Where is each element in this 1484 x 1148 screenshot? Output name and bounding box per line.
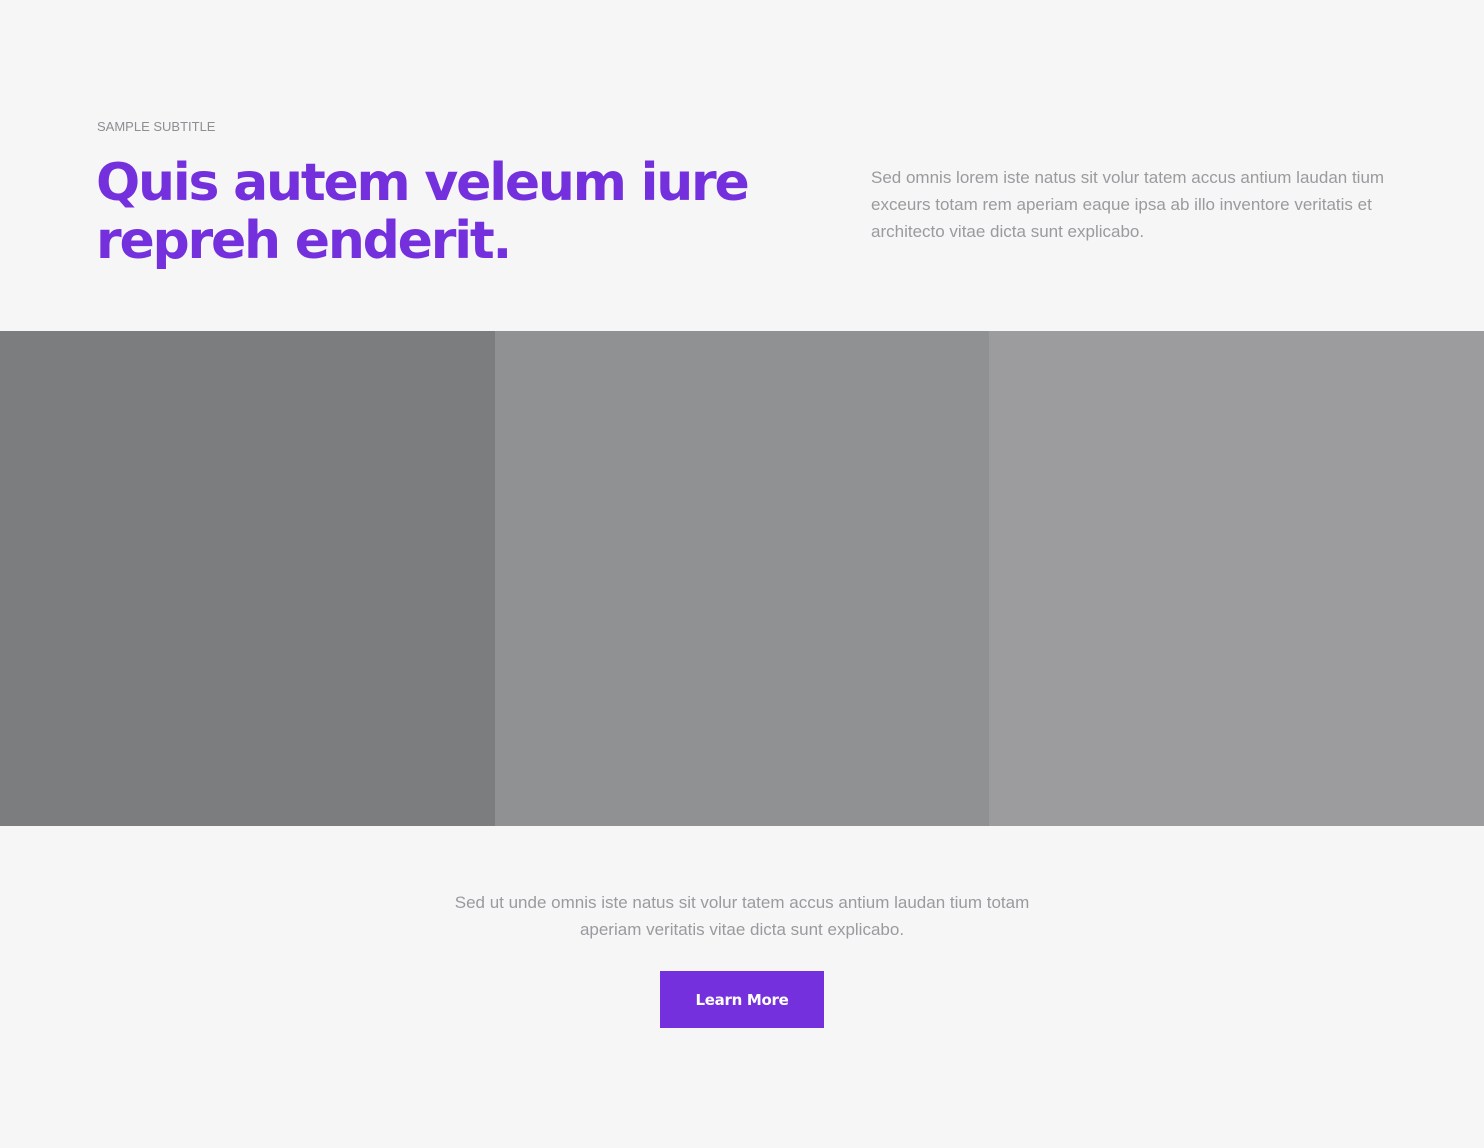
hero-heading-line-1: Quis autem veleum iure bbox=[96, 153, 750, 213]
section-subtitle: SAMPLE SUBTITLE bbox=[97, 119, 216, 134]
gallery-image-placeholder-1 bbox=[0, 331, 495, 826]
hero-heading-line-2: repreh enderit. bbox=[96, 211, 512, 271]
hero-heading: Quis autem veleum iure repreh enderit. bbox=[96, 154, 756, 270]
hero-section: SAMPLE SUBTITLE Quis autem veleum iure r… bbox=[0, 0, 1484, 331]
image-gallery bbox=[0, 331, 1484, 826]
gallery-image-placeholder-3 bbox=[989, 331, 1484, 826]
learn-more-button[interactable]: Learn More bbox=[660, 971, 824, 1028]
cta-section: Sed ut unde omnis iste natus sit volur t… bbox=[0, 826, 1484, 1148]
cta-description: Sed ut unde omnis iste natus sit volur t… bbox=[454, 893, 1030, 939]
hero-description: Sed omnis lorem iste natus sit volur tat… bbox=[871, 168, 1385, 241]
gallery-image-placeholder-2 bbox=[495, 331, 989, 826]
